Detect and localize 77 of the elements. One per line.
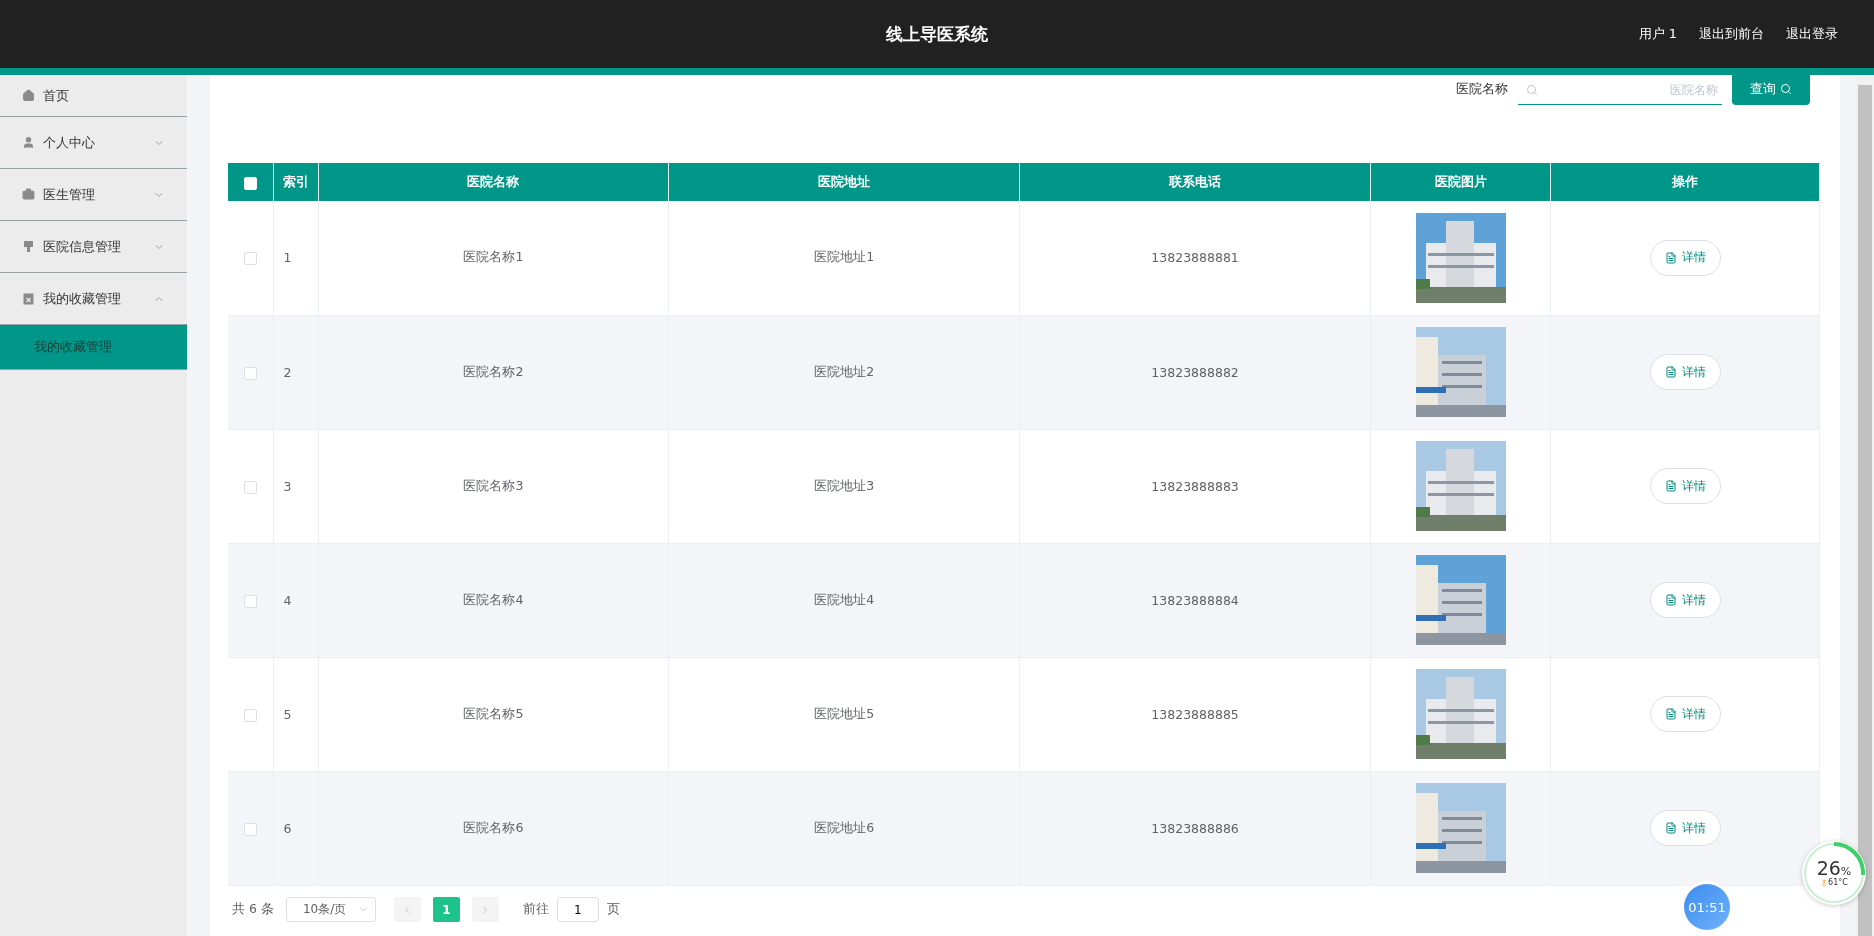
header-link[interactable]: 退出到前台 <box>1699 25 1764 43</box>
table-cell: 医院名称3 <box>318 429 669 543</box>
scrollbar-thumb[interactable] <box>1858 85 1872 936</box>
table-cell: 医院地址3 <box>668 429 1020 543</box>
table-cell: 2 <box>273 315 318 429</box>
table-cell: 13823888885 <box>1019 657 1371 771</box>
column-header: 医院图片 <box>1370 163 1551 201</box>
document-icon <box>1664 822 1677 834</box>
page-suffix: 页 <box>606 901 620 918</box>
detail-button[interactable]: 详情 <box>1649 468 1721 504</box>
search-label: 医院名称 <box>1456 81 1508 98</box>
detail-button[interactable]: 详情 <box>1649 696 1721 732</box>
row-checkbox[interactable] <box>243 480 257 494</box>
document-icon <box>1664 366 1677 378</box>
document-icon <box>1664 480 1677 492</box>
table-cell: 医院地址1 <box>668 201 1020 315</box>
goto-page-field[interactable]: 1 <box>556 897 599 922</box>
column-header: 联系电话 <box>1019 163 1371 201</box>
menu-item[interactable]: 首页 <box>0 75 187 117</box>
table-cell: 6 <box>273 771 318 885</box>
usage-value: 26% <box>1816 859 1852 878</box>
table-cell: 医院地址5 <box>668 657 1020 771</box>
home-icon <box>22 89 35 102</box>
table-cell: 医院名称5 <box>318 657 669 771</box>
next-page-button[interactable] <box>471 897 499 922</box>
detail-button[interactable]: 详情 <box>1649 354 1721 390</box>
select-all-checkbox[interactable] <box>243 176 257 190</box>
table-cell: 医院地址6 <box>668 771 1020 885</box>
briefcase-icon <box>22 188 35 201</box>
prev-page-button[interactable] <box>393 897 421 922</box>
search-icon <box>1780 82 1792 95</box>
menu-item[interactable]: 医生管理 <box>0 169 187 221</box>
table-cell: 13823888882 <box>1019 315 1371 429</box>
column-header: 索引 <box>273 163 318 201</box>
table-cell: 医院名称4 <box>318 543 669 657</box>
total-count: 共 6 条 <box>232 901 274 918</box>
user-icon <box>22 136 35 149</box>
row-checkbox[interactable] <box>243 594 257 608</box>
detail-button[interactable]: 详情 <box>1649 810 1721 846</box>
detail-button[interactable]: 详情 <box>1649 582 1721 618</box>
pushpin-icon <box>22 240 35 253</box>
table-cell: 3 <box>273 429 318 543</box>
document-icon <box>1664 594 1677 606</box>
row-checkbox[interactable] <box>243 252 257 266</box>
table-cell: 1 <box>273 201 318 315</box>
header-link[interactable]: 用户 1 <box>1638 25 1677 43</box>
search-icon <box>1526 84 1538 96</box>
page-size-select[interactable]: 10条/页 <box>285 897 376 922</box>
table-cell: 13823888884 <box>1019 543 1371 657</box>
detail-button[interactable]: 详情 <box>1649 239 1721 276</box>
table-cell: 4 <box>273 543 318 657</box>
document-icon <box>1664 251 1677 264</box>
table-cell: 5 <box>273 657 318 771</box>
document-icon <box>1664 708 1677 720</box>
thermometer-icon <box>1820 878 1829 887</box>
column-header: 操作 <box>1550 163 1820 201</box>
menu-item[interactable]: 个人中心 <box>0 117 187 169</box>
table-cell: 医院名称6 <box>318 771 669 885</box>
table-cell: 13823888883 <box>1019 429 1371 543</box>
header-link[interactable]: 退出登录 <box>1786 25 1838 43</box>
app-title: 线上导医系统 <box>886 22 988 46</box>
usage-ring <box>1802 841 1866 905</box>
row-checkbox[interactable] <box>243 366 257 380</box>
goto-label: 前往 <box>522 901 549 918</box>
table-cell: 医院地址4 <box>668 543 1020 657</box>
table-cell: 13823888881 <box>1019 201 1371 315</box>
clipboard-icon <box>22 292 35 305</box>
table-cell: 医院名称2 <box>318 315 669 429</box>
column-header: 医院地址 <box>668 163 1020 201</box>
table-cell: 医院名称1 <box>318 201 669 315</box>
menu-item[interactable]: 医院信息管理 <box>0 221 187 273</box>
row-checkbox[interactable] <box>243 708 257 722</box>
row-checkbox[interactable] <box>243 822 257 836</box>
temperature-reading: 61°C <box>1820 878 1848 887</box>
column-header: 医院名称 <box>318 163 669 201</box>
table-cell: 13823888886 <box>1019 771 1371 885</box>
table-cell: 医院地址2 <box>668 315 1020 429</box>
